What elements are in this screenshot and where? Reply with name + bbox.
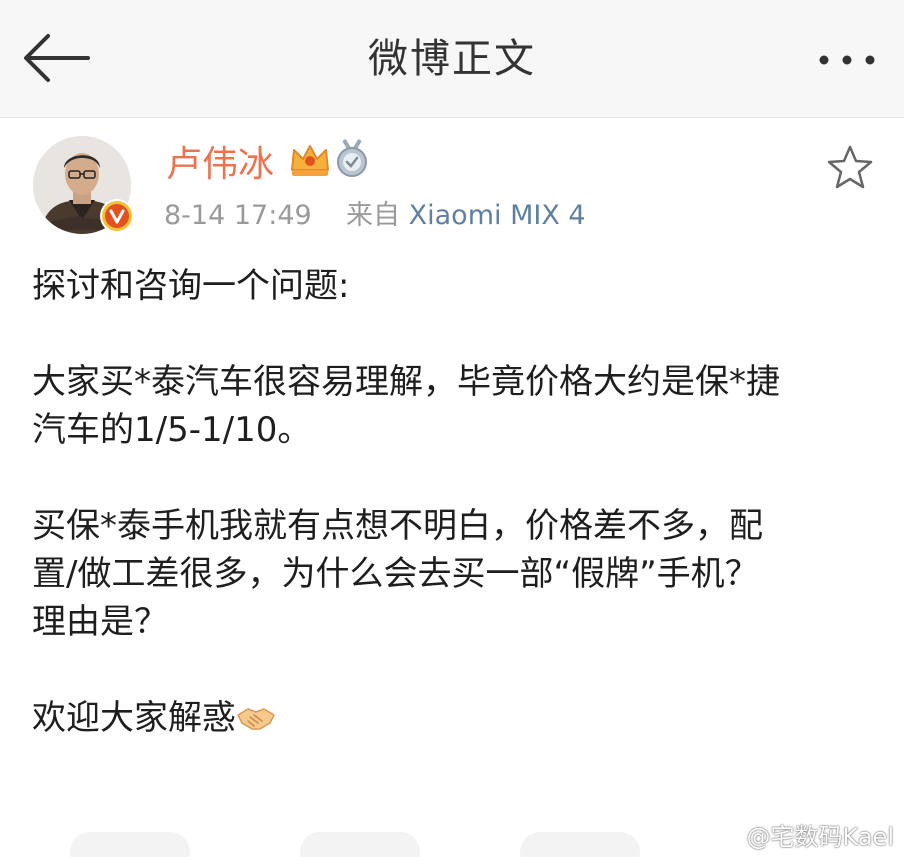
bottom-action-placeholder [70,832,190,857]
post-line: 置/做工差很多，为什么会去买一部“假牌”手机？ [32,554,759,594]
post-line: 大家买*泰汽车很容易理解，毕竟价格大约是保*捷 [32,362,780,402]
post-line-closing: 欢迎大家解惑 [32,694,882,742]
post-line: 欢迎大家解惑 [32,698,236,738]
more-button[interactable] [812,42,882,78]
medal-icon[interactable] [334,138,370,180]
post-line: 理由是？ [32,602,168,642]
post-time: 8-14 17:49 [164,200,312,231]
handshake-icon [236,698,276,730]
post-meta: 8-14 17:49 来自 Xiaomi MIX 4 [164,196,586,236]
vip-crown-icon[interactable] [288,140,332,180]
watermark: @宅数码Kael [713,822,894,852]
page-title: 微博正文 [368,36,536,82]
post-line: 探讨和咨询一个问题: [32,266,350,306]
bottom-action-placeholder [520,832,640,857]
star-icon [827,145,873,189]
watermark-text: @宅数码Kael [746,823,894,851]
post-content: 探讨和咨询一个问题: 大家买*泰汽车很容易理解，毕竟价格大约是保*捷 汽车的1/… [32,262,882,742]
post-line: 买保*泰手机我就有点想不明白，价格差不多，配 [32,506,763,546]
top-nav-bar: 微博正文 [0,0,904,118]
author-name[interactable]: 卢伟冰 [166,142,274,188]
favorite-star-button[interactable] [826,144,874,190]
weibo-post-page: 微博正文 卢伟冰 8-14 17:49 来自 Xiaomi MIX 4 探讨和咨… [0,0,904,857]
post-line: 汽车的1/5-1/10。 [32,410,312,450]
verified-v-icon [102,201,132,231]
verified-badge [100,199,134,233]
more-dots-icon [819,55,875,65]
post-source-device[interactable]: Xiaomi MIX 4 [409,200,586,231]
source-prefix: 来自 [346,200,401,231]
weibo-logo-icon [713,825,743,849]
bottom-action-placeholder [300,832,420,857]
